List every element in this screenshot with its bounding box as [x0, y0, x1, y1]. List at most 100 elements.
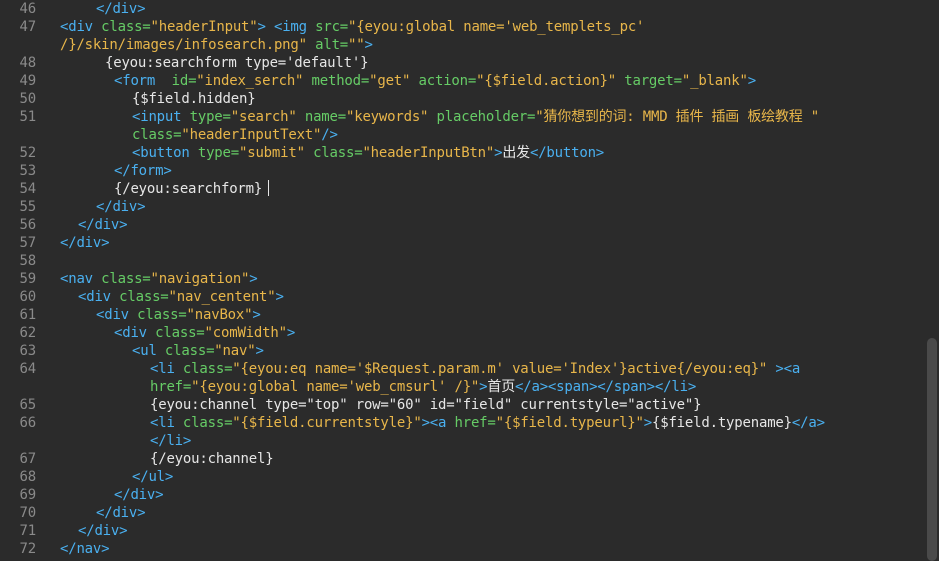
code-text: <li class="{$field.currentstyle}"><a hre… — [150, 414, 825, 432]
code-token: name= — [304, 109, 346, 125]
code-line[interactable]: 71 </div> — [0, 522, 925, 540]
code-token: <form — [114, 73, 172, 89]
code-token: method= — [311, 73, 370, 89]
vertical-scrollbar[interactable] — [925, 0, 939, 561]
code-token: href= — [150, 379, 192, 395]
code-text: {$field.hidden} — [132, 90, 256, 108]
line-number: 53 — [19, 163, 37, 179]
code-token: <li — [150, 361, 183, 377]
code-token: "猜你想到的词: MMD 插件 插画 板绘教程 " — [535, 109, 819, 125]
line-number: 70 — [19, 505, 37, 521]
code-text: </div> — [96, 198, 146, 216]
code-text: {eyou:channel type="top" row="60" id="fi… — [150, 396, 702, 414]
code-token: </div> — [78, 217, 128, 233]
code-token: {$field.typename} — [652, 415, 792, 431]
code-text: </div> — [60, 234, 110, 252]
code-line-wrap[interactable]: </li> — [0, 432, 925, 450]
line-number: 49 — [19, 73, 37, 89]
code-token: "submit" — [239, 145, 305, 161]
code-line[interactable]: 60 <div class="nav_centent"> — [0, 288, 925, 306]
code-line[interactable]: 63 <ul class="nav"> — [0, 342, 925, 360]
code-token: "{$field.typeurl}" — [495, 415, 644, 431]
code-token: "comWidth" — [204, 325, 287, 341]
code-text: /}/skin/images/infosearch.png" alt=""> — [60, 36, 373, 54]
code-line-wrap[interactable]: /}/skin/images/infosearch.png" alt=""> — [0, 36, 925, 54]
code-token: "_blank" — [681, 73, 748, 89]
code-line[interactable]: 61 <div class="navBox"> — [0, 306, 925, 324]
code-text: </li> — [150, 432, 191, 450]
code-line[interactable]: 55 </div> — [0, 198, 925, 216]
code-text: </div> — [96, 504, 146, 522]
code-token: "nav_centent" — [168, 289, 276, 305]
code-token: /> — [321, 127, 338, 143]
code-line[interactable]: 46 </div> — [0, 0, 925, 18]
code-line[interactable]: 56 </div> — [0, 216, 925, 234]
line-number: 60 — [19, 289, 37, 305]
code-token: placeholder= — [436, 109, 536, 125]
line-number: 68 — [19, 469, 37, 485]
code-line[interactable]: 66 <li class="{$field.currentstyle}"><a h… — [0, 414, 925, 432]
code-token: class= — [101, 271, 151, 287]
code-text: </ul> — [132, 468, 173, 486]
line-number: 47 — [19, 19, 37, 35]
code-line[interactable]: 59 <nav class="navigation"> — [0, 270, 925, 288]
code-token: class= — [101, 19, 151, 35]
code-token: "get" — [369, 73, 411, 89]
code-line[interactable]: 52 <button type="submit" class="headerInp… — [0, 144, 925, 162]
scrollbar-thumb[interactable] — [927, 338, 937, 561]
code-line[interactable]: 72 </nav> — [0, 540, 925, 558]
code-line[interactable]: 65 {eyou:channel type="top" row="60" id="… — [0, 396, 925, 414]
code-line[interactable]: 54 {/eyou:searchform} — [0, 180, 925, 198]
code-line[interactable]: 49 <form id="index_serch" method="get" ac… — [0, 72, 925, 90]
code-token: "headerInputText" — [181, 127, 322, 143]
code-line[interactable]: 48 {eyou:searchform type='default'} — [0, 54, 925, 72]
line-number: 62 — [19, 325, 37, 341]
code-token: "{eyou:global name='web_templets_pc' — [348, 19, 645, 35]
code-token: </div> — [96, 505, 146, 521]
code-token: class= — [313, 145, 363, 161]
code-line[interactable]: 64 <li class="{eyou:eq name='$Request.par… — [0, 360, 925, 378]
code-line[interactable]: 51 <input type="search" name="keywords" p… — [0, 108, 925, 126]
code-line[interactable]: 57 </div> — [0, 234, 925, 252]
code-token: <div — [60, 19, 102, 35]
code-token: </li> — [150, 433, 192, 449]
code-token: <div — [96, 307, 138, 323]
code-text: class="headerInputText"/> — [132, 126, 338, 144]
code-token: type= — [197, 145, 239, 161]
code-text: <button type="submit" class="headerInput… — [132, 144, 604, 162]
code-text: <form id="index_serch" method="get" acti… — [114, 72, 756, 90]
code-text: </form> — [114, 162, 172, 180]
line-number: 52 — [19, 145, 37, 161]
code-token: </button> — [529, 145, 605, 161]
code-line[interactable]: 62 <div class="comWidth"> — [0, 324, 925, 342]
code-line-wrap[interactable]: class="headerInputText"/> — [0, 126, 925, 144]
code-token: "{eyou:eq name='$Request.param.m' value=… — [232, 361, 768, 377]
text-cursor — [268, 180, 270, 196]
code-line[interactable]: 67 {/eyou:channel} — [0, 450, 925, 468]
code-token: /}/skin/images/infosearch.png" — [60, 37, 307, 53]
code-token: </div> — [96, 1, 146, 17]
line-number: 67 — [19, 451, 37, 467]
code-token: alt= — [315, 37, 349, 53]
code-line-wrap[interactable]: href="{eyou:global name='web_cmsurl' /}"… — [0, 378, 925, 396]
code-line[interactable]: 70 </div> — [0, 504, 925, 522]
code-token: </div> — [96, 199, 146, 215]
line-number: 46 — [19, 1, 37, 17]
code-editor[interactable]: 46 </div> 47 <div class="headerInput"> <im… — [0, 0, 925, 561]
code-token: </nav> — [60, 541, 110, 557]
code-text: </div> — [96, 0, 146, 18]
code-token: "{eyou:global name='web_cmsurl' /}" — [191, 379, 480, 395]
code-line[interactable]: 58 — [0, 252, 925, 270]
code-line[interactable]: 47 <div class="headerInput"> <img src="{e… — [0, 18, 925, 36]
code-line[interactable]: 53 </form> — [0, 162, 925, 180]
code-line[interactable]: 50 {$field.hidden} — [0, 90, 925, 108]
code-line[interactable]: 68 </ul> — [0, 468, 925, 486]
code-text: {/eyou:channel} — [150, 450, 274, 468]
code-line[interactable]: 69 </div> — [0, 486, 925, 504]
code-token: </div> — [114, 487, 164, 503]
code-token: type= — [189, 109, 231, 125]
